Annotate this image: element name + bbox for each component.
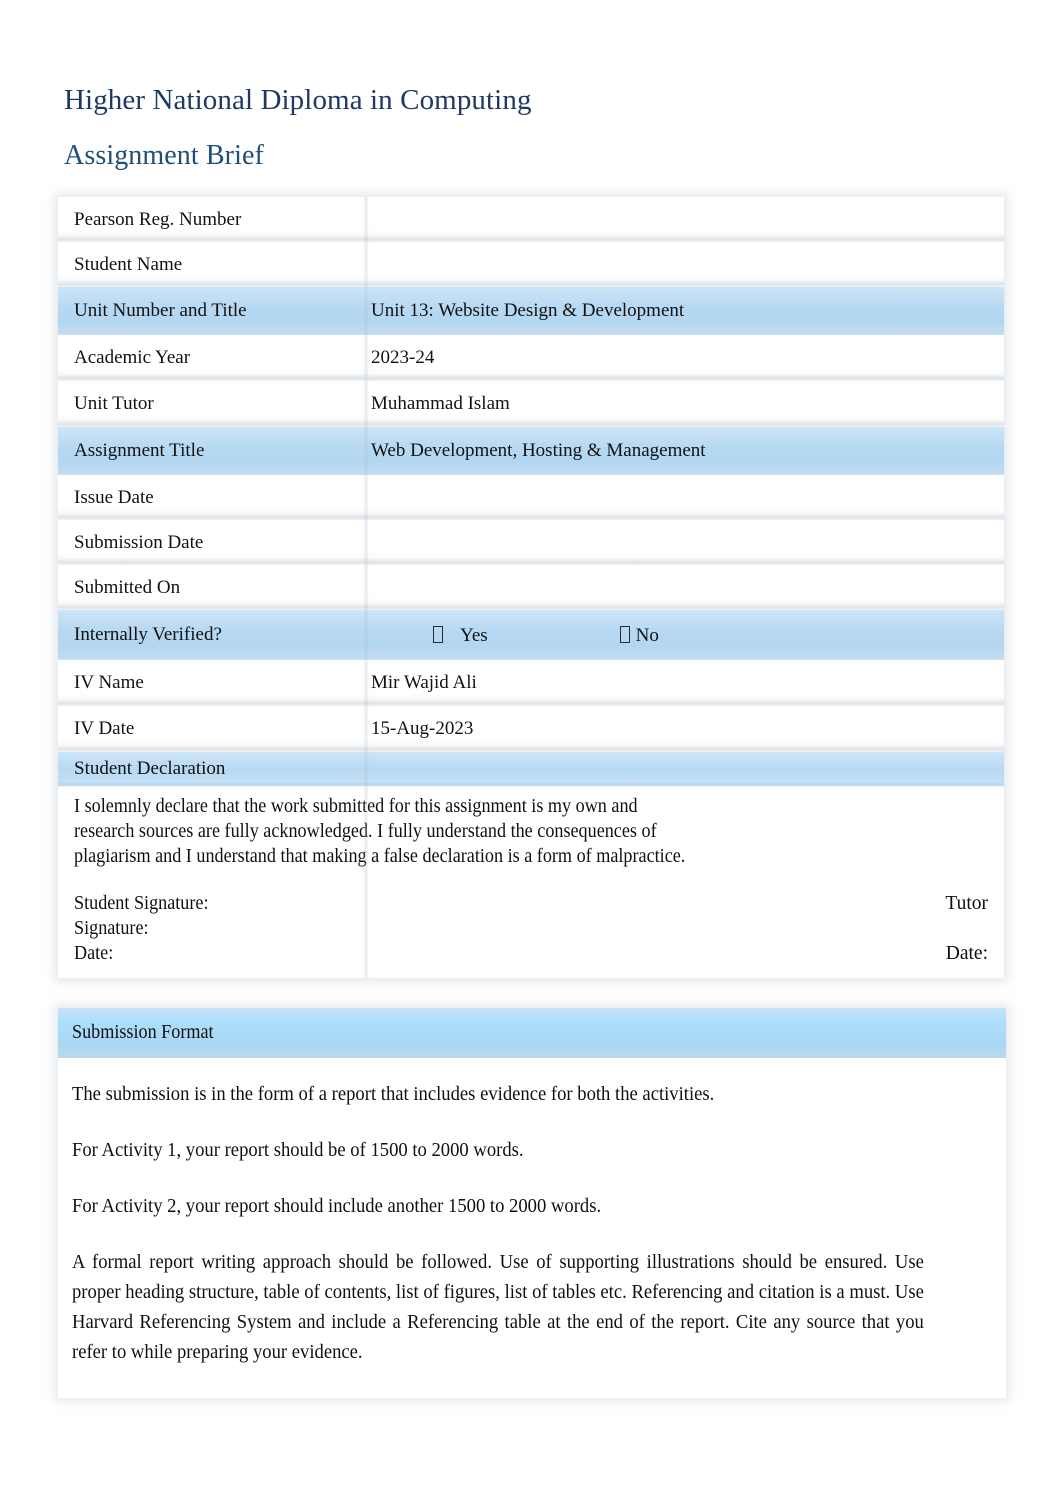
- field-value-pearson-reg-number[interactable]: [363, 219, 1004, 220]
- table-row: Unit Tutor Muhammad Islam: [58, 381, 1004, 427]
- field-label-student-name: Student Name: [74, 253, 183, 275]
- field-value-issue-date[interactable]: [363, 497, 1004, 498]
- table-row: Submission Date: [58, 520, 1004, 565]
- field-value-unit-number-and-title[interactable]: Unit 13: Website Design & Development: [363, 300, 1004, 322]
- student-declaration-header: Student Declaration: [58, 752, 1004, 789]
- signature-row-student: Student Signature: Tutor: [74, 891, 988, 916]
- field-label-academic-year: Academic Year: [74, 347, 191, 368]
- field-value-submitted-on[interactable]: [363, 587, 1004, 588]
- internally-verified-options: Yes No: [371, 624, 1004, 647]
- table-row: IV Date 15-Aug-2023: [58, 706, 1004, 752]
- field-label-iv-name: IV Name: [74, 672, 144, 693]
- field-value-student-name[interactable]: [363, 264, 1004, 265]
- table-row: Submitted On: [58, 565, 1004, 610]
- table-row: Academic Year 2023-24: [58, 335, 1004, 381]
- submission-format-section: Submission Format The submission is in t…: [58, 1008, 1006, 1398]
- declaration-line-2: research sources are fully acknowledged.…: [74, 821, 657, 842]
- student-declaration-header-text: Student Declaration: [74, 758, 226, 779]
- table-row: Student Name: [58, 242, 1004, 287]
- field-value-iv-name[interactable]: Mir Wajid Ali: [363, 672, 1004, 694]
- option-no-label: No: [635, 624, 659, 646]
- signature-row-dates: Date: Date:: [74, 941, 988, 966]
- field-label-unit-tutor: Unit Tutor: [74, 393, 154, 414]
- field-label-internally-verified: Internally Verified?: [74, 624, 222, 645]
- signature-label: Signature:: [74, 918, 149, 939]
- date-label-right: Date:: [945, 943, 988, 964]
- signature-block: Student Signature: Tutor Signature: Date…: [74, 891, 988, 966]
- submission-format-paragraph-1: The submission is in the form of a repor…: [72, 1084, 715, 1105]
- field-value-assignment-title[interactable]: Web Development, Hosting & Management: [363, 440, 1004, 462]
- page-subtitle: Assignment Brief: [64, 140, 264, 171]
- field-label-assignment-title: Assignment Title: [74, 440, 205, 461]
- checkbox-icon-no[interactable]: [619, 625, 630, 643]
- submission-format-header: Submission Format: [58, 1008, 1006, 1058]
- assignment-info-table: Pearson Reg. Number Student Name Unit Nu…: [58, 197, 1004, 978]
- submission-format-paragraph-3: For Activity 2, your report should inclu…: [72, 1196, 602, 1217]
- field-label-issue-date: Issue Date: [74, 486, 154, 508]
- signature-row-tutor: Signature:: [74, 916, 988, 941]
- option-yes-label: Yes: [460, 624, 488, 646]
- field-value-internally-verified: Yes No: [363, 624, 1004, 647]
- field-value-submission-date[interactable]: [363, 542, 1004, 543]
- checkbox-icon-yes[interactable]: [433, 625, 443, 643]
- option-no[interactable]: No: [619, 624, 659, 647]
- table-row: IV Name Mir Wajid Ali: [58, 660, 1004, 706]
- table-row: Issue Date: [58, 475, 1004, 520]
- submission-format-paragraph-2: For Activity 1, your report should be of…: [72, 1140, 524, 1161]
- table-row: Assignment Title Web Development, Hostin…: [58, 427, 1004, 475]
- submission-format-header-text: Submission Format: [72, 1022, 214, 1043]
- table-row-internally-verified: Internally Verified? Yes No: [58, 610, 1004, 660]
- table-row: Unit Number and Title Unit 13: Website D…: [58, 287, 1004, 335]
- field-label-submitted-on: Submitted On: [74, 576, 181, 598]
- field-label-unit-number-and-title: Unit Number and Title: [74, 300, 247, 321]
- field-label-submission-date: Submission Date: [74, 531, 204, 553]
- student-signature-label: Student Signature:: [74, 893, 209, 914]
- table-row: Pearson Reg. Number: [58, 197, 1004, 242]
- submission-format-body: The submission is in the form of a repor…: [58, 1058, 1006, 1398]
- option-yes[interactable]: Yes: [433, 624, 488, 647]
- submission-format-paragraph-4: A formal report writing approach should …: [72, 1252, 924, 1363]
- tutor-label: Tutor: [945, 893, 988, 914]
- declaration-line-1: I solemnly declare that the work submitt…: [74, 796, 638, 817]
- field-label-iv-date: IV Date: [74, 718, 135, 739]
- page-title: Higher National Diploma in Computing: [64, 84, 532, 116]
- document-page: Higher National Diploma in Computing Ass…: [0, 0, 1062, 1506]
- field-label-pearson-reg-number: Pearson Reg. Number: [74, 208, 242, 230]
- field-value-unit-tutor[interactable]: Muhammad Islam: [363, 393, 1004, 415]
- date-label-left: Date:: [74, 943, 114, 964]
- declaration-line-3: plagiarism and I understand that making …: [74, 846, 686, 867]
- student-declaration-body: I solemnly declare that the work submitt…: [58, 786, 1004, 978]
- field-value-iv-date[interactable]: 15-Aug-2023: [363, 718, 1004, 740]
- field-value-academic-year[interactable]: 2023-24: [363, 347, 1004, 369]
